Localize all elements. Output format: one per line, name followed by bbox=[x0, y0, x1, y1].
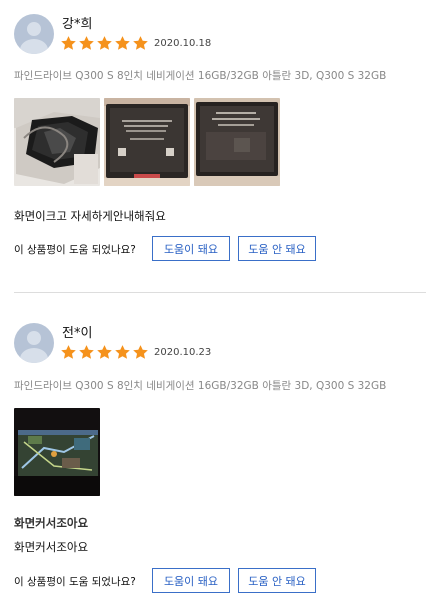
review-item: 강*희 2020.10.18 파인드라이브 Q300 S 8인치 네비게이션 1… bbox=[0, 0, 426, 292]
review-item: 전*이 2020.10.23 파인드라이브 Q300 S 8인치 네비게이션 1… bbox=[0, 308, 426, 608]
review-text: 화면이크고 자세하게안내해줘요 bbox=[14, 209, 166, 223]
avatar-body-shape bbox=[20, 348, 48, 363]
star-icon bbox=[133, 345, 148, 359]
star-icon bbox=[61, 345, 76, 359]
helpful-yes-button[interactable]: 도움이 돼요 bbox=[152, 236, 230, 261]
review-title: 화면커서조아요 bbox=[14, 516, 89, 530]
navigation-screen-back-photo-image bbox=[104, 98, 190, 186]
review-photo[interactable] bbox=[104, 98, 190, 186]
review-photo[interactable] bbox=[194, 98, 280, 186]
rating-stars bbox=[60, 344, 150, 362]
star-icon bbox=[97, 345, 112, 359]
navigation-screen-film-photo-image bbox=[194, 98, 280, 186]
helpful-yes-button[interactable]: 도움이 돼요 bbox=[152, 568, 230, 593]
review-date: 2020.10.23 bbox=[154, 347, 212, 358]
avatar bbox=[14, 14, 54, 54]
avatar-body-shape bbox=[20, 39, 48, 54]
reviewer-name: 전*이 bbox=[62, 326, 93, 341]
helpful-question: 이 상품평이 도움 되었나요? bbox=[14, 244, 136, 256]
star-icon bbox=[115, 345, 130, 359]
avatar-head-shape bbox=[27, 331, 41, 345]
star-icon bbox=[61, 36, 76, 50]
reviewer-name: 강*희 bbox=[62, 17, 93, 32]
navigation-unit-photo-image bbox=[14, 98, 100, 186]
helpful-no-button[interactable]: 도움 안 돼요 bbox=[238, 568, 316, 593]
product-option: 파인드라이브 Q300 S 8인치 네비게이션 16GB/32GB 아틀란 3D… bbox=[14, 380, 387, 392]
helpful-question: 이 상품평이 도움 되었나요? bbox=[14, 576, 136, 588]
review-photo[interactable] bbox=[14, 408, 100, 496]
avatar bbox=[14, 323, 54, 363]
star-icon bbox=[133, 36, 148, 50]
review-date: 2020.10.18 bbox=[154, 38, 212, 49]
star-icon bbox=[115, 36, 130, 50]
helpful-no-button[interactable]: 도움 안 돼요 bbox=[238, 236, 316, 261]
product-option: 파인드라이브 Q300 S 8인치 네비게이션 16GB/32GB 아틀란 3D… bbox=[14, 70, 387, 82]
review-text: 화면커서조아요 bbox=[14, 540, 89, 554]
review-divider bbox=[14, 292, 426, 293]
avatar-head-shape bbox=[27, 22, 41, 36]
review-photo[interactable] bbox=[14, 98, 100, 186]
rating-stars bbox=[60, 35, 150, 53]
star-icon bbox=[79, 345, 94, 359]
star-icon bbox=[97, 36, 112, 50]
navigation-map-screen-photo-image bbox=[14, 408, 100, 496]
star-icon bbox=[79, 36, 94, 50]
